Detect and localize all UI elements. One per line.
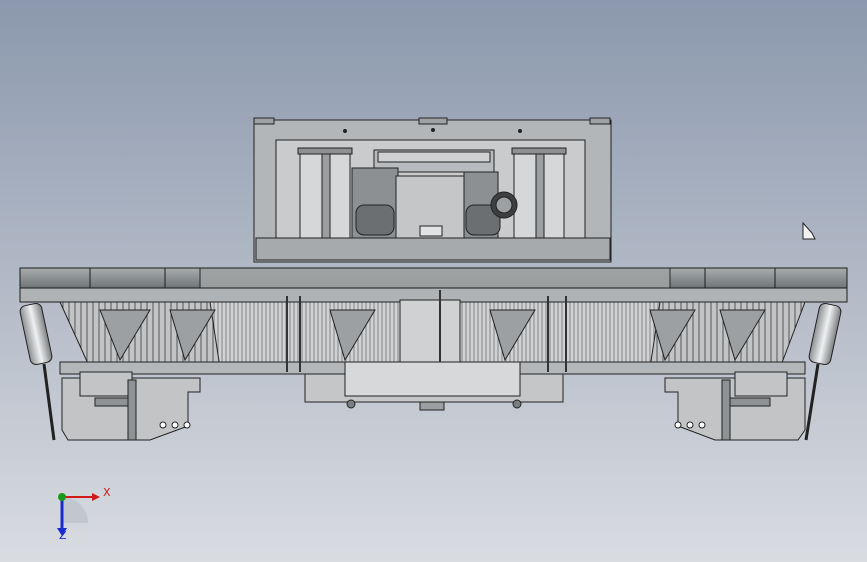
right-clamp-arm[interactable]	[664, 371, 806, 441]
cad-model-assembly[interactable]	[0, 0, 867, 562]
upper-frame[interactable]	[253, 117, 612, 263]
x-axis-label: X	[103, 486, 111, 499]
y-axis-dot	[58, 493, 66, 501]
left-clamp-arm[interactable]	[61, 371, 201, 441]
cad-graphics-viewport[interactable]: X Y Z	[0, 0, 867, 562]
cursor-icon	[802, 221, 816, 240]
main-plate[interactable]	[19, 267, 848, 303]
z-axis-label: Z	[59, 529, 67, 542]
left-cylinder[interactable]	[19, 302, 56, 441]
right-cylinder[interactable]	[804, 302, 842, 441]
